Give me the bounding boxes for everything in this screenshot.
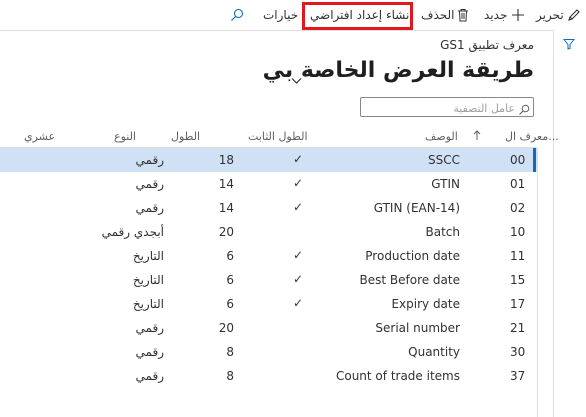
table-row[interactable]: 01 GTIN ✓ 14 رقمي <box>0 172 537 196</box>
filter-field[interactable] <box>360 97 534 117</box>
table-row[interactable]: 37 Count of trade items 8 رقمي <box>0 364 537 388</box>
cell-description: SSCC <box>428 153 460 167</box>
cell-description: Best Before date <box>359 273 461 287</box>
cell-id: 17 <box>510 297 526 311</box>
cell-description: Expiry date <box>391 297 460 311</box>
selected-row-indicator <box>533 148 536 172</box>
table-row[interactable]: 15 Best Before date ✓ 6 التاريخ <box>0 268 537 292</box>
cell-type: رقمي <box>135 345 164 359</box>
filter-icon[interactable] <box>562 35 576 54</box>
filter-pane-rail <box>553 30 586 417</box>
new-button[interactable]: جديد <box>484 0 525 30</box>
table-row[interactable]: 00 SSCC ✓ 18 رقمي <box>0 148 537 172</box>
cell-type: أبجدي رقمي <box>101 225 164 239</box>
grid-scroll-divider <box>537 148 538 417</box>
column-header-fixed-length[interactable]: الطول الثابت <box>248 130 308 143</box>
cell-description: Production date <box>365 249 460 263</box>
edit-label: تحرير <box>536 8 564 22</box>
cell-type: التاريخ <box>132 273 164 287</box>
cell-fixed-length: ✓ <box>292 176 304 190</box>
cell-id: 02 <box>510 201 526 215</box>
options-button[interactable]: خيارات <box>263 0 298 30</box>
table-row[interactable]: 17 Expiry date ✓ 6 التاريخ <box>0 292 537 316</box>
cell-type: رقمي <box>135 153 164 167</box>
cell-length: 20 <box>218 225 234 239</box>
search-icon[interactable] <box>230 0 244 30</box>
cell-length: 6 <box>226 249 234 263</box>
cell-fixed-length: ✓ <box>292 272 304 286</box>
table-row[interactable]: 30 Quantity 8 رقمي <box>0 340 537 364</box>
cell-description: Count of trade items <box>335 369 460 383</box>
cell-length: 6 <box>226 297 234 311</box>
cell-fixed-length: ✓ <box>292 152 304 166</box>
column-header-length[interactable]: الطول <box>171 130 200 143</box>
cell-id: 00 <box>510 153 526 167</box>
delete-button[interactable]: الحذف <box>421 0 469 30</box>
pencil-icon <box>567 8 581 22</box>
cell-fixed-length: ✓ <box>292 200 304 214</box>
cell-length: 14 <box>218 177 234 191</box>
plus-icon <box>511 8 525 22</box>
table-row[interactable]: 21 Serial number 20 رقمي <box>0 316 537 340</box>
cell-fixed-length: ✓ <box>292 248 304 262</box>
cell-description: Serial number <box>375 321 460 335</box>
cell-description: Quantity <box>408 345 460 359</box>
highlight-box <box>302 2 413 30</box>
cell-description: GTIN <box>431 177 460 191</box>
options-label: خيارات <box>263 8 299 22</box>
column-header-id[interactable]: معرف ال... <box>505 130 559 143</box>
cell-length: 18 <box>218 153 234 167</box>
cell-fixed-length: ✓ <box>292 296 304 310</box>
cell-type: التاريخ <box>132 297 164 311</box>
cell-type: رقمي <box>135 369 164 383</box>
cell-length: 14 <box>218 201 234 215</box>
cell-type: التاريخ <box>132 249 164 263</box>
edit-button[interactable]: تحرير <box>536 0 581 30</box>
search-icon <box>518 101 530 120</box>
column-header-decimal[interactable]: عشري <box>24 130 55 143</box>
table-row[interactable]: 10 Batch 20 أبجدي رقمي <box>0 220 537 244</box>
cell-description: GTIN (EAN-14) <box>373 201 460 215</box>
cell-id: 15 <box>510 273 526 287</box>
cell-id: 11 <box>510 249 526 263</box>
cell-type: رقمي <box>135 201 164 215</box>
cell-id: 37 <box>510 369 526 383</box>
cell-type: رقمي <box>135 321 164 335</box>
delete-label: الحذف <box>421 8 455 22</box>
table-row[interactable]: 02 GTIN (EAN-14) ✓ 14 رقمي <box>0 196 537 220</box>
cell-description: Batch <box>425 225 461 239</box>
cell-id: 10 <box>510 225 526 239</box>
page-title[interactable]: طريقة العرض الخاصة بي <box>263 58 534 83</box>
cell-length: 8 <box>226 345 234 359</box>
cell-type: رقمي <box>135 177 164 191</box>
cell-id: 01 <box>510 177 526 191</box>
cell-length: 20 <box>218 321 234 335</box>
breadcrumb: معرف تطبيق GS1 <box>440 38 534 52</box>
column-header-description[interactable]: الوصف <box>425 130 458 143</box>
cell-length: 8 <box>226 369 234 383</box>
filter-input[interactable] <box>363 99 517 117</box>
table-row[interactable]: 11 Production date ✓ 6 التاريخ <box>0 244 537 268</box>
trash-icon <box>457 8 469 22</box>
cell-length: 6 <box>226 273 234 287</box>
action-pane: تحرير جديد الحذف إنشاء إعداد افتراضي خيا… <box>0 0 586 31</box>
sort-up-arrow-icon <box>473 130 481 144</box>
column-header-type[interactable]: النوع <box>114 130 136 143</box>
cell-id: 30 <box>510 345 526 359</box>
chevron-down-icon[interactable] <box>291 70 302 89</box>
cell-id: 21 <box>510 321 526 335</box>
new-label: جديد <box>484 8 508 22</box>
